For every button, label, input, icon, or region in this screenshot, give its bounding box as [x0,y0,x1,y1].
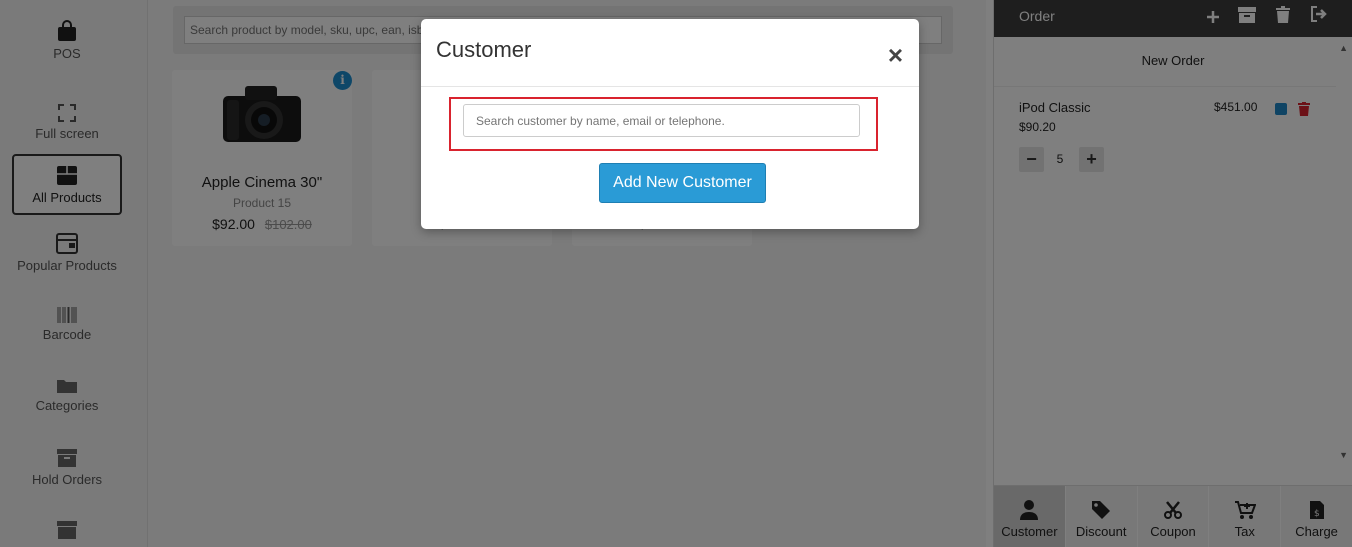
search-highlight [449,97,878,151]
customer-search-input[interactable] [463,104,860,137]
add-new-customer-button[interactable]: Add New Customer [599,163,766,203]
modal-title: Customer [436,37,532,62]
modal-header: Customer × [421,19,919,87]
customer-modal: Customer × Add New Customer [421,19,919,229]
close-icon[interactable]: × [888,42,903,68]
